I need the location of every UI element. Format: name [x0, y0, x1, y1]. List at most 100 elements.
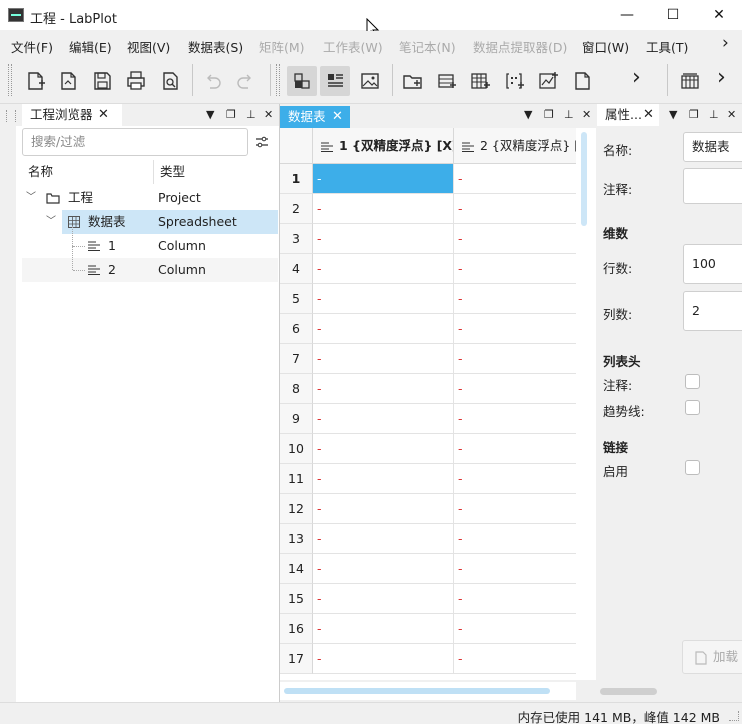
collapse-icon[interactable]: ﹀: [26, 186, 36, 210]
row-header[interactable]: 14: [280, 554, 313, 584]
toolbar-grip-2[interactable]: [276, 64, 280, 96]
header-comment-checkbox[interactable]: [685, 374, 700, 389]
print-preview-icon[interactable]: [155, 66, 185, 96]
image-icon[interactable]: [355, 66, 385, 96]
table-cell[interactable]: -: [313, 344, 454, 374]
dock-float-icon[interactable]: ❐: [544, 108, 554, 121]
row-header[interactable]: 16: [280, 614, 313, 644]
table-cell[interactable]: -: [313, 194, 454, 224]
search-input[interactable]: 搜索/过滤: [22, 128, 248, 156]
table-cell[interactable]: -: [454, 584, 576, 614]
table-cell[interactable]: -: [313, 494, 454, 524]
table-cell[interactable]: -: [313, 554, 454, 584]
enable-link-checkbox[interactable]: [685, 460, 700, 475]
sparkline-checkbox[interactable]: [685, 400, 700, 415]
row-header[interactable]: 11: [280, 464, 313, 494]
table-cell[interactable]: -: [313, 374, 454, 404]
dock-pin-icon[interactable]: ⊥: [564, 108, 574, 121]
table-cell[interactable]: -: [454, 164, 576, 194]
dock-menu-icon[interactable]: ▼: [669, 108, 677, 121]
horizontal-scrollbar[interactable]: [280, 682, 576, 700]
new-file-icon[interactable]: [20, 66, 50, 96]
collapse-icon[interactable]: ﹀: [46, 210, 56, 234]
tree-header-name[interactable]: 名称: [22, 160, 154, 184]
filter-settings-icon[interactable]: [254, 134, 270, 150]
column-header-1[interactable]: 1 {双精度浮点} [X]: [313, 128, 454, 164]
new-matrix-icon[interactable]: [499, 66, 529, 96]
toolbar-more-icon[interactable]: ›: [632, 65, 641, 90]
dock-pin-icon[interactable]: ⊥: [246, 108, 256, 121]
properties-tab[interactable]: 属性... ✕: [597, 104, 659, 126]
menu-spreadsheet[interactable]: 数据表(S): [188, 37, 243, 56]
name-field[interactable]: 数据表: [683, 132, 742, 162]
corner-header[interactable]: [280, 128, 313, 164]
new-folder-icon[interactable]: [397, 66, 427, 96]
dock-close-icon[interactable]: ✕: [727, 108, 736, 121]
dock-close-icon[interactable]: ✕: [264, 108, 273, 121]
tile-view-icon[interactable]: [287, 66, 317, 96]
table-cell[interactable]: -: [454, 494, 576, 524]
tree-row-spreadsheet[interactable]: ﹀ 数据表 Spreadsheet: [22, 210, 278, 234]
close-tab-icon[interactable]: ✕: [332, 106, 343, 128]
rows-spinbox[interactable]: 100: [683, 244, 742, 284]
new-spreadsheet-icon[interactable]: [465, 66, 495, 96]
undo-icon[interactable]: [197, 66, 227, 96]
table-cell[interactable]: -: [454, 224, 576, 254]
new-datasource-icon[interactable]: [431, 66, 461, 96]
table-cell[interactable]: -: [454, 194, 576, 224]
list-view-icon[interactable]: [320, 66, 350, 96]
table-cell[interactable]: -: [313, 644, 454, 674]
table-cell[interactable]: -: [454, 374, 576, 404]
vertical-scrollbar[interactable]: [576, 128, 596, 680]
table-cell[interactable]: -: [454, 284, 576, 314]
row-header[interactable]: 3: [280, 224, 313, 254]
table-cell[interactable]: -: [454, 434, 576, 464]
load-button[interactable]: 加载: [682, 640, 742, 674]
row-header[interactable]: 2: [280, 194, 313, 224]
table-cell[interactable]: -: [454, 554, 576, 584]
row-header[interactable]: 17: [280, 644, 313, 674]
dock-close-icon[interactable]: ✕: [582, 108, 591, 121]
dock-float-icon[interactable]: ❐: [689, 108, 699, 121]
tree-header-type[interactable]: 类型: [154, 160, 278, 184]
table-cell[interactable]: -: [313, 434, 454, 464]
dock-menu-icon[interactable]: ▼: [206, 108, 214, 121]
tree-row-project[interactable]: ﹀ 工程 Project: [22, 186, 278, 210]
dock-pin-icon[interactable]: ⊥: [709, 108, 719, 121]
table-cell[interactable]: -: [313, 584, 454, 614]
dock-grip[interactable]: [6, 110, 16, 122]
table-cell[interactable]: -: [454, 254, 576, 284]
table-cell[interactable]: -: [454, 344, 576, 374]
row-header[interactable]: 10: [280, 434, 313, 464]
close-tab-icon[interactable]: ✕: [643, 104, 654, 126]
column-header-2[interactable]: 2 {双精度浮点} [Y: [454, 128, 576, 164]
row-header[interactable]: 7: [280, 344, 313, 374]
row-header[interactable]: 13: [280, 524, 313, 554]
toolbar-more-icon-2[interactable]: ›: [717, 65, 726, 90]
menu-view[interactable]: 视图(V): [127, 37, 170, 56]
table-cell[interactable]: -: [313, 164, 454, 194]
table-cell[interactable]: -: [454, 404, 576, 434]
columns-spinbox[interactable]: 2: [683, 291, 742, 331]
save-icon[interactable]: [87, 66, 117, 96]
open-file-icon[interactable]: [53, 66, 83, 96]
new-note-icon[interactable]: [567, 66, 597, 96]
menu-edit[interactable]: 编辑(E): [69, 37, 112, 56]
row-header[interactable]: 8: [280, 374, 313, 404]
toolbar-grip[interactable]: [8, 64, 12, 96]
menu-datapicker[interactable]: 数据点提取器(D): [473, 37, 567, 56]
spreadsheet-tools-icon[interactable]: [675, 66, 705, 96]
table-cell[interactable]: -: [454, 614, 576, 644]
close-button[interactable]: ✕: [696, 0, 742, 31]
table-cell[interactable]: -: [313, 404, 454, 434]
resize-grip[interactable]: [729, 711, 739, 721]
table-cell[interactable]: -: [313, 614, 454, 644]
table-cell[interactable]: -: [313, 314, 454, 344]
menu-more-icon[interactable]: ›: [722, 33, 729, 53]
menu-file[interactable]: 文件(F): [11, 37, 53, 56]
table-cell[interactable]: -: [313, 224, 454, 254]
table-cell[interactable]: -: [313, 254, 454, 284]
print-icon[interactable]: [121, 66, 151, 96]
table-cell[interactable]: -: [454, 464, 576, 494]
row-header[interactable]: 4: [280, 254, 313, 284]
